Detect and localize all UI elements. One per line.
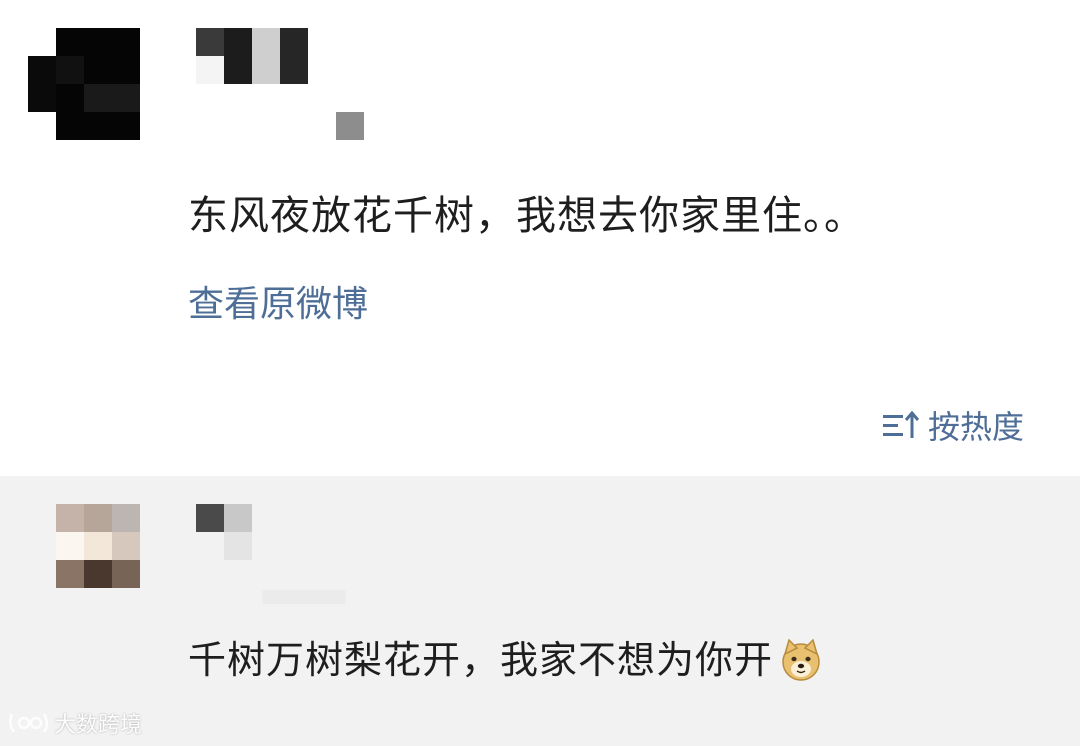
commenter-name[interactable] <box>196 504 252 560</box>
comment-content: 千树万树梨花开，我家不想为你开 <box>188 634 823 686</box>
comment-item: 千树万树梨花开，我家不想为你开 <box>0 476 1080 746</box>
weibo-post-card: 东风夜放花千树，我想去你家里住。。 查看原微博 按热度 <box>0 0 1080 476</box>
post-content: 东风夜放花千树，我想去你家里住。。 <box>188 193 865 239</box>
sort-label: 按热度 <box>927 408 1024 446</box>
view-original-weibo-link[interactable]: 查看原微博 <box>188 280 368 330</box>
watermark-logo-icon <box>9 713 49 733</box>
comment-text: 千树万树梨花开，我家不想为你开 <box>188 638 774 682</box>
doge-emoji-icon <box>782 638 820 681</box>
watermark-text: 大数跨境 <box>54 713 143 738</box>
watermark: 大数跨境 <box>6 706 142 740</box>
sort-by-popularity-button[interactable]: 按热度 <box>882 400 1024 450</box>
commenter-avatar[interactable] <box>56 504 140 588</box>
sort-icon <box>882 410 920 438</box>
comment-meta <box>262 590 346 604</box>
post-author-avatar[interactable] <box>28 28 140 140</box>
post-meta <box>336 112 364 140</box>
post-author-name[interactable] <box>196 28 308 84</box>
